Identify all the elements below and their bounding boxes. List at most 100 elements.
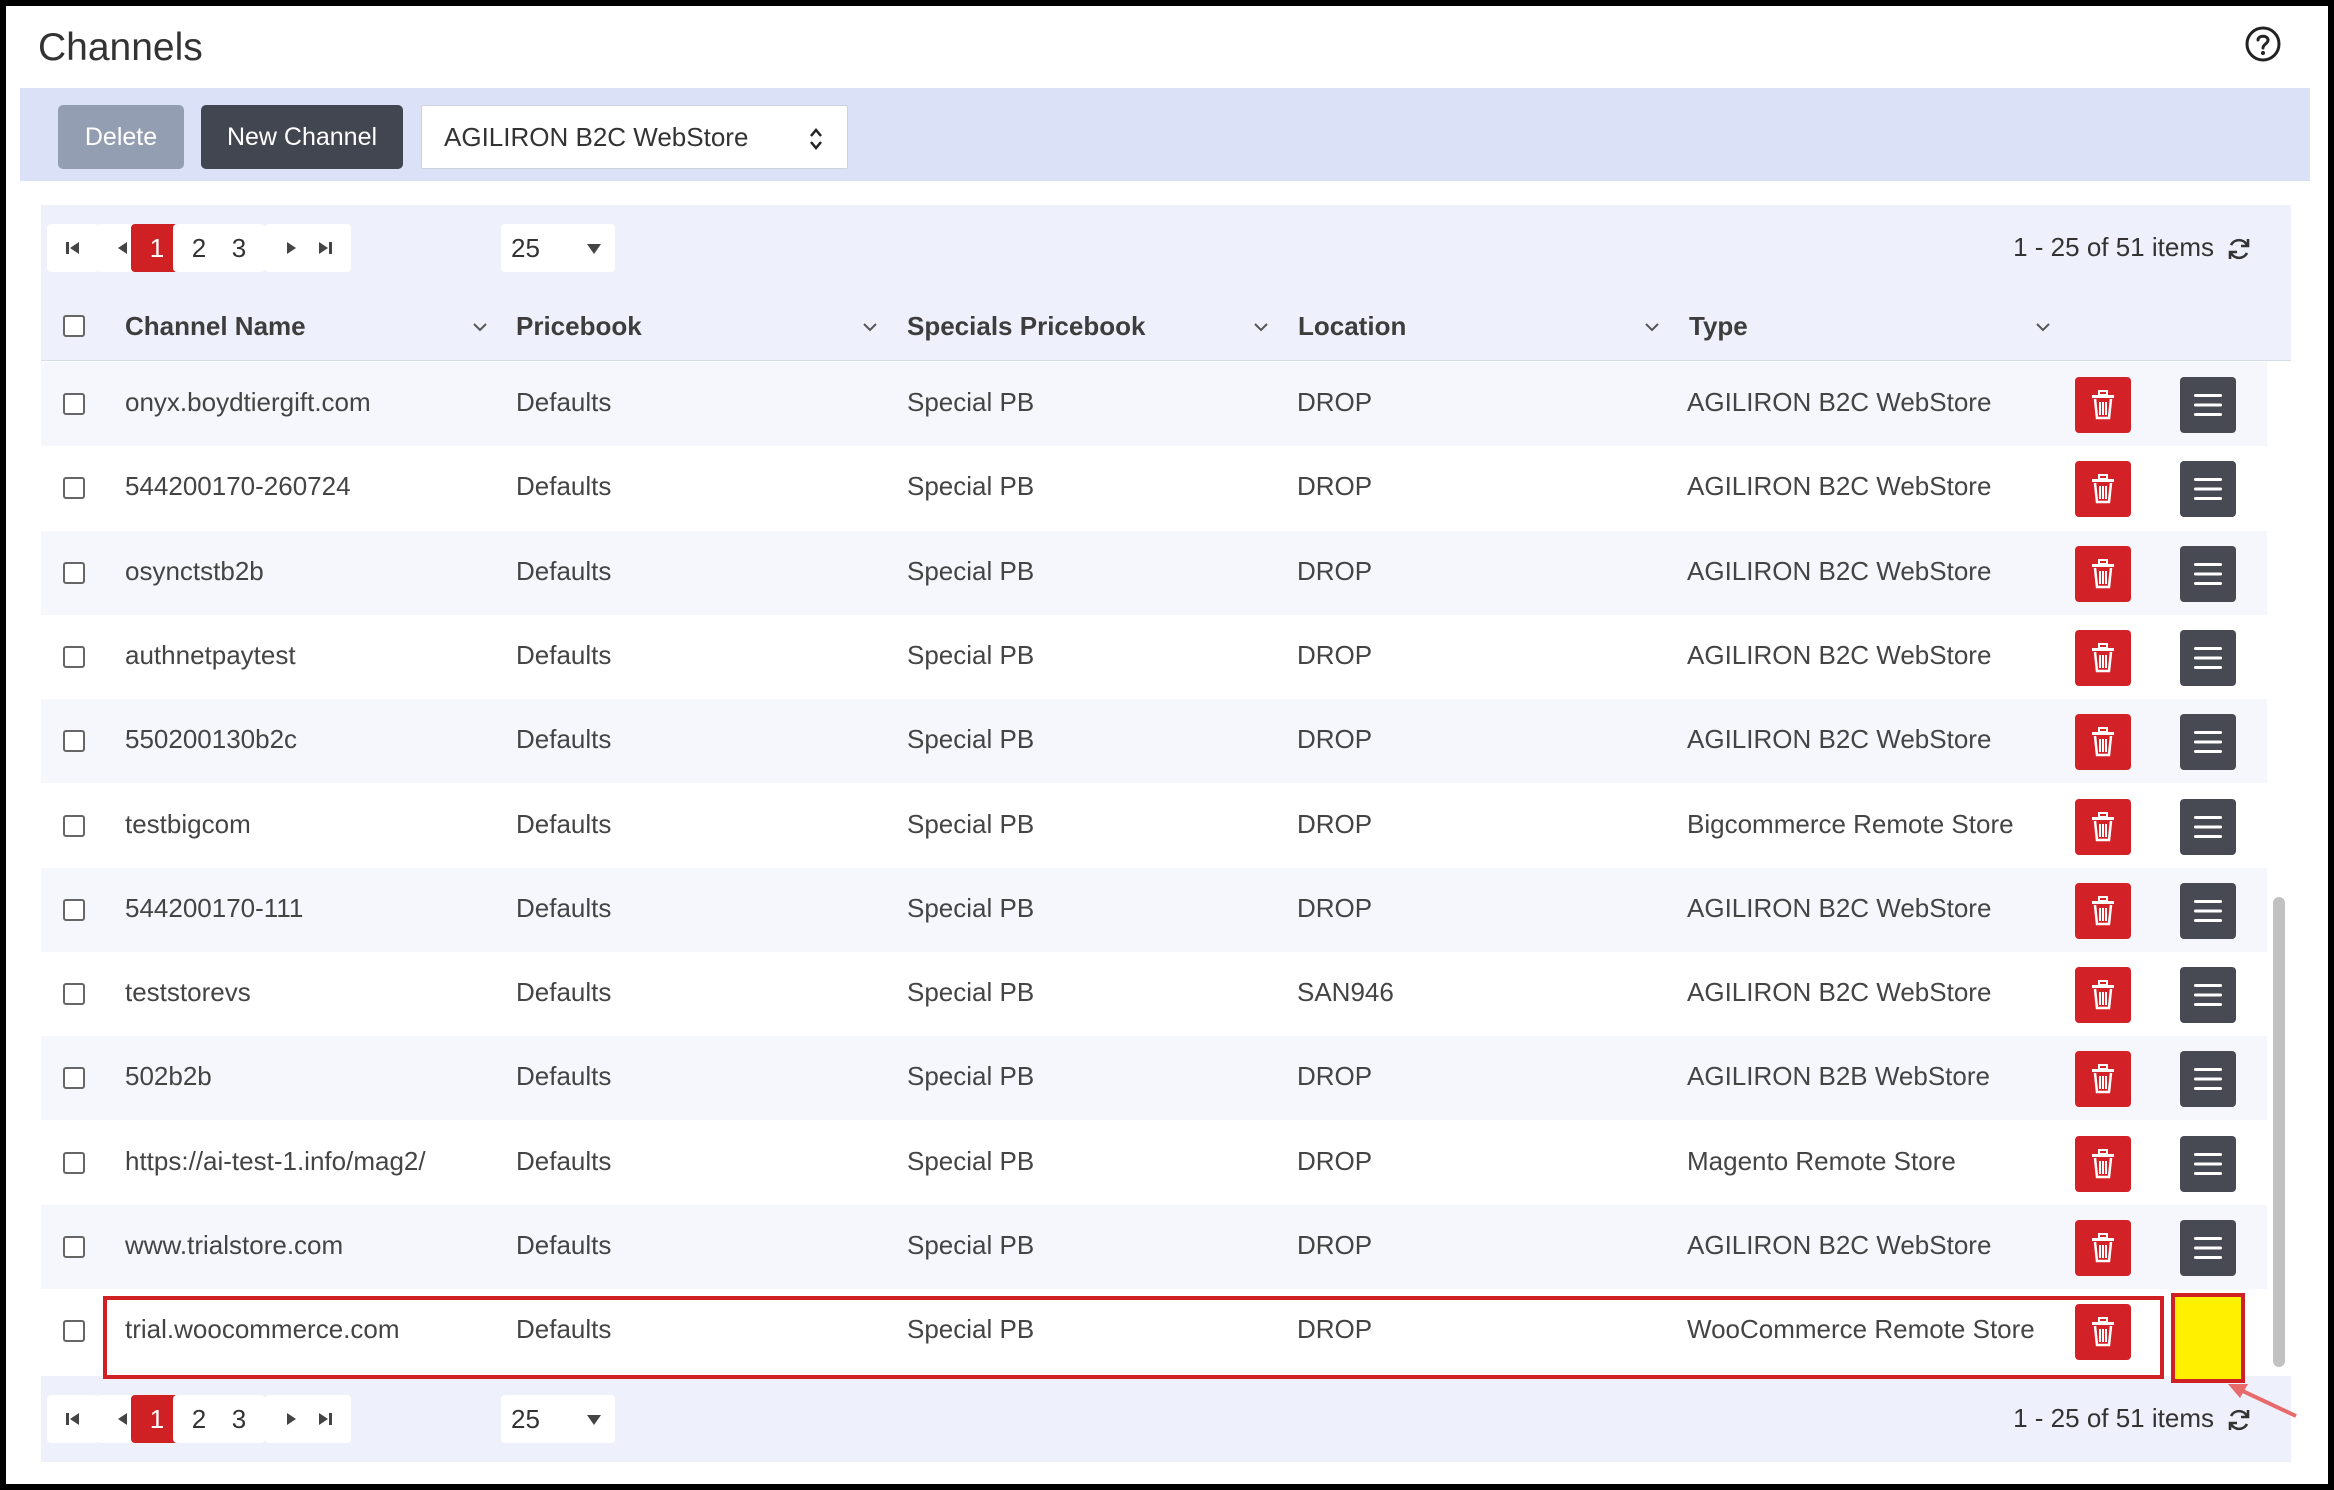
row-checkbox[interactable] — [63, 1152, 85, 1174]
last-page-button[interactable] — [299, 1395, 351, 1443]
row-checkbox[interactable] — [63, 646, 85, 668]
first-page-button[interactable] — [47, 224, 99, 272]
trash-icon — [2092, 896, 2114, 926]
table-row[interactable]: onyx.boydtiergift.com Defaults Special PB D… — [41, 362, 2269, 446]
row-menu-button[interactable] — [2180, 799, 2236, 855]
table-row[interactable]: authnetpaytest Defaults Special PB DROP AGIL… — [41, 615, 2269, 699]
chevron-down-icon[interactable] — [863, 323, 877, 332]
row-checkbox[interactable] — [63, 983, 85, 1005]
cell-specials-pricebook: Special PB — [907, 1314, 1035, 1344]
delete-row-button[interactable] — [2075, 714, 2131, 770]
cell-channel-name: osynctstb2b — [125, 556, 264, 586]
page-size-select[interactable]: 25 — [501, 224, 615, 272]
column-header-type[interactable]: Type — [1689, 311, 1748, 342]
delete-row-button[interactable] — [2075, 1051, 2131, 1107]
cell-pricebook: Defaults — [516, 1230, 612, 1260]
row-menu-button[interactable] — [2180, 630, 2236, 686]
cell-channel-name: authnetpaytest — [125, 640, 296, 670]
delete-row-button[interactable] — [2075, 377, 2131, 433]
row-menu-button[interactable] — [2180, 461, 2236, 517]
page-header: Channels — [6, 6, 2328, 88]
table-row[interactable]: testbigcom Defaults Special PB DROP Bigcomme… — [41, 784, 2269, 868]
row-menu-button[interactable] — [2180, 546, 2236, 602]
refresh-icon[interactable] — [2225, 235, 2253, 263]
row-menu-button[interactable] — [2180, 967, 2236, 1023]
table-row[interactable]: https://ai-test-1.info/mag2/Defaults Spec… — [41, 1121, 2269, 1205]
delete-row-button[interactable] — [2075, 799, 2131, 855]
chevron-down-icon[interactable] — [1254, 323, 1268, 332]
row-menu-button[interactable] — [2180, 377, 2236, 433]
cell-specials-pricebook: Special PB — [907, 640, 1035, 670]
row-menu-button[interactable] — [2180, 714, 2236, 770]
column-header-location[interactable]: Location — [1298, 311, 1406, 342]
delete-row-button[interactable] — [2075, 1220, 2131, 1276]
delete-row-button[interactable] — [2075, 461, 2131, 517]
delete-row-button[interactable] — [2075, 1136, 2131, 1192]
row-menu-button[interactable] — [2180, 1136, 2236, 1192]
chevron-down-icon[interactable] — [2036, 323, 2050, 332]
column-header-pricebook[interactable]: Pricebook — [516, 311, 642, 342]
row-menu-button[interactable] — [2180, 1220, 2236, 1276]
cell-type: AGILIRON B2C WebStore — [1687, 471, 1992, 501]
page-size-select[interactable]: 25 — [501, 1395, 615, 1443]
scrollbar[interactable] — [2267, 362, 2291, 1376]
delete-row-button[interactable] — [2075, 1304, 2131, 1360]
row-menu-button[interactable] — [2180, 883, 2236, 939]
first-page-button[interactable] — [47, 1395, 99, 1443]
row-checkbox[interactable] — [63, 730, 85, 752]
table-row[interactable]: osynctstb2b Defaults Special PB DROP AGILIRO… — [41, 531, 2269, 615]
trash-icon — [2092, 727, 2114, 757]
table-row[interactable]: 550200130b2c Defaults Special PB DROP AGILIR… — [41, 699, 2269, 783]
table-row[interactable]: teststorevs Defaults Special PB SAN946 AGILI… — [41, 952, 2269, 1036]
page-3-button[interactable]: 3 — [213, 1395, 265, 1443]
hamburger-menu-icon — [2194, 1237, 2222, 1259]
row-checkbox[interactable] — [63, 1067, 85, 1089]
select-all-checkbox[interactable] — [63, 315, 85, 337]
cell-channel-name: https://ai-test-1.info/mag2/ — [125, 1146, 426, 1176]
help-icon[interactable] — [2244, 25, 2282, 63]
chevron-down-icon[interactable] — [473, 323, 487, 332]
chevron-down-icon[interactable] — [1645, 323, 1659, 332]
new-channel-button[interactable]: New Channel — [201, 105, 403, 169]
trash-icon — [2092, 812, 2114, 842]
row-checkbox[interactable] — [63, 1236, 85, 1258]
row-checkbox[interactable] — [63, 393, 85, 415]
row-checkbox[interactable] — [63, 477, 85, 499]
page-3-button[interactable]: 3 — [213, 224, 265, 272]
trash-icon — [2092, 1149, 2114, 1179]
delete-button[interactable]: Delete — [58, 105, 184, 169]
row-checkbox[interactable] — [63, 899, 85, 921]
scrollbar-thumb[interactable] — [2273, 897, 2285, 1367]
channel-type-select[interactable]: AGILIRON B2C WebStore — [421, 105, 848, 169]
table-row[interactable]: 544200170-260724 Defaults Special PB DROP AG… — [41, 446, 2269, 530]
row-checkbox[interactable] — [63, 562, 85, 584]
table-header: Channel Name Pricebook Specials Priceboo… — [41, 291, 2291, 361]
delete-row-button[interactable] — [2075, 546, 2131, 602]
trash-icon — [2092, 1233, 2114, 1263]
table-row[interactable]: 502b2b Defaults Special PB DROP AGILIRON B2B… — [41, 1036, 2269, 1120]
cell-channel-name: onyx.boydtiergift.com — [125, 387, 371, 417]
row-checkbox[interactable] — [63, 815, 85, 837]
delete-row-button[interactable] — [2075, 967, 2131, 1023]
delete-row-button[interactable] — [2075, 883, 2131, 939]
table-row[interactable]: www.trialstore.com Defaults Special PB DROP… — [41, 1205, 2269, 1289]
cell-pricebook: Defaults — [516, 893, 612, 923]
hamburger-menu-icon — [2194, 731, 2222, 753]
refresh-icon[interactable] — [2225, 1406, 2253, 1434]
row-checkbox[interactable] — [63, 1320, 85, 1342]
column-header-channel-name[interactable]: Channel Name — [125, 311, 306, 342]
table-row[interactable]: 544200170-111 Defaults Special PB DROP AGILI… — [41, 868, 2269, 952]
cell-channel-name: 544200170-260724 — [125, 471, 351, 501]
hamburger-menu-icon — [2194, 1321, 2222, 1343]
delete-row-button[interactable] — [2075, 630, 2131, 686]
row-menu-button[interactable] — [2180, 1051, 2236, 1107]
cell-location: DROP — [1297, 893, 1373, 923]
cell-specials-pricebook: Special PB — [907, 977, 1035, 1007]
cell-pricebook: Defaults — [516, 809, 612, 839]
column-header-specials-pricebook[interactable]: Specials Pricebook — [907, 311, 1145, 342]
hamburger-menu-icon — [2194, 394, 2222, 416]
last-page-button[interactable] — [299, 224, 351, 272]
row-menu-button[interactable] — [2176, 1300, 2240, 1364]
cell-channel-name: 544200170-111 — [125, 893, 304, 923]
table-row[interactable]: trial.woocommerce.com Defaults Special PB D… — [41, 1289, 2269, 1373]
